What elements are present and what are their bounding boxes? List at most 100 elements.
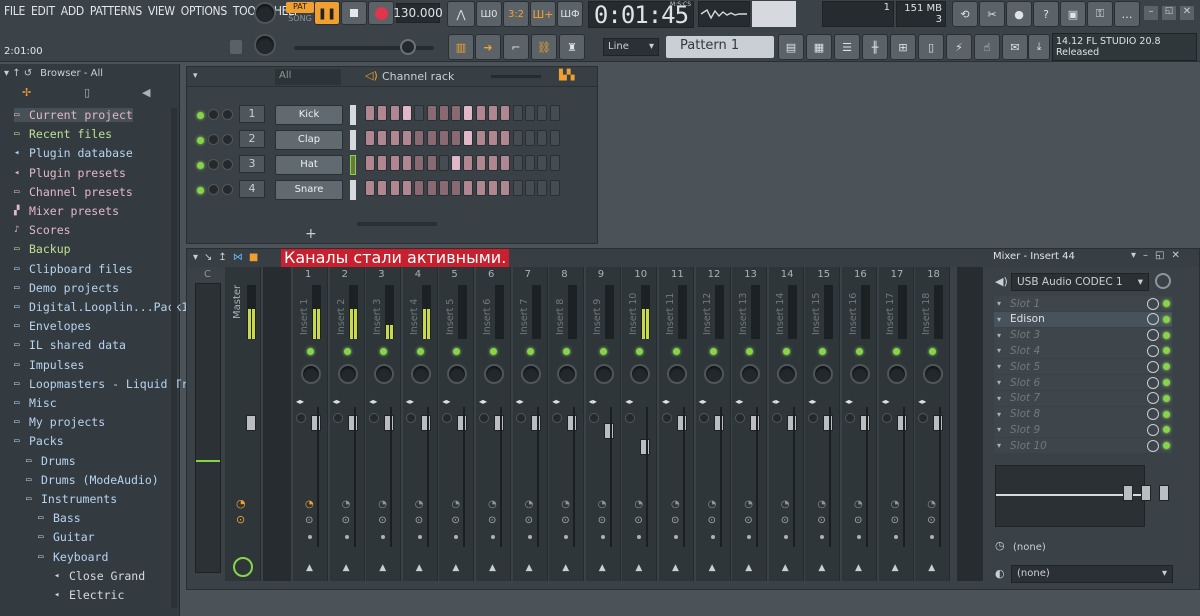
- insert-phase-icon[interactable]: ⊙: [378, 515, 386, 526]
- browser-item[interactable]: ▞ Mixer presets: [14, 204, 119, 218]
- step-button[interactable]: [414, 155, 425, 171]
- insert-stereo-knob[interactable]: [369, 413, 380, 423]
- link-button[interactable]: ⛓: [531, 34, 557, 60]
- browser-button[interactable]: ⊞: [890, 34, 916, 60]
- insert-record-icon[interactable]: ◔: [781, 499, 790, 510]
- record-button[interactable]: [368, 1, 394, 25]
- stereo-separation-icon[interactable]: ◂▸: [662, 397, 670, 406]
- step-button[interactable]: [414, 180, 425, 196]
- step-button[interactable]: [512, 105, 523, 121]
- insert-send-arrow-icon[interactable]: ▲: [709, 563, 716, 573]
- channel-select-indicator[interactable]: [350, 105, 356, 125]
- step-button[interactable]: [463, 130, 474, 146]
- step-button[interactable]: [512, 130, 523, 146]
- insert-volume-fader[interactable]: [713, 415, 724, 431]
- menu-view[interactable]: VIEW: [148, 4, 175, 18]
- insert-active-led[interactable]: [343, 348, 351, 355]
- insert-record-icon[interactable]: ◔: [415, 499, 424, 510]
- step-button[interactable]: [401, 130, 412, 146]
- master-fader[interactable]: [246, 415, 256, 431]
- slot-menu-icon[interactable]: ▾: [994, 331, 1006, 340]
- insert-send-arrow-icon[interactable]: ▲: [452, 563, 459, 573]
- channel-name-button[interactable]: Snare: [275, 180, 343, 200]
- input-settings-icon[interactable]: [1155, 273, 1171, 289]
- stereo-separation-icon[interactable]: ◂▸: [625, 397, 633, 406]
- channel-name-button[interactable]: Hat: [275, 155, 343, 175]
- insert-active-led[interactable]: [709, 348, 717, 355]
- browser-arrows-icon[interactable]: ▾ ↑ ↺: [4, 68, 32, 79]
- insert-strip[interactable]: Insert 5 ◂▸ ◔ ⊙ ▲: [439, 267, 475, 581]
- eq-fader-low[interactable]: [1123, 485, 1133, 501]
- channel-name-button[interactable]: Clap: [275, 130, 343, 150]
- channel-select-indicator[interactable]: [350, 130, 356, 150]
- menu-file[interactable]: FILE: [4, 4, 25, 18]
- typing-keyboard-button[interactable]: ⌐: [503, 34, 529, 60]
- step-button[interactable]: [500, 130, 511, 146]
- record-audio-button[interactable]: ●: [1006, 1, 1032, 27]
- insert-record-icon[interactable]: ◔: [451, 499, 460, 510]
- channel-mixer-track[interactable]: 2: [239, 130, 265, 148]
- insert-phase-icon[interactable]: ⊙: [598, 515, 606, 526]
- slot-enable-led[interactable]: [1163, 394, 1170, 402]
- channel-mute-led[interactable]: [197, 137, 204, 144]
- slot-mix-knob[interactable]: [1147, 329, 1159, 342]
- insert-stereo-knob[interactable]: [918, 413, 929, 423]
- insert-strip[interactable]: Insert 12 ◂▸ ◔ ⊙ ▲: [695, 267, 731, 581]
- insert-phase-icon[interactable]: ⊙: [488, 515, 496, 526]
- insert-phase-icon[interactable]: ⊙: [671, 515, 679, 526]
- mixer-button[interactable]: ╫: [862, 34, 888, 60]
- insert-send-arrow-icon[interactable]: ▲: [306, 563, 313, 573]
- insert-volume-fader[interactable]: [530, 415, 541, 431]
- channel-select-indicator[interactable]: [350, 155, 356, 175]
- add-channel-button[interactable]: +: [305, 226, 317, 242]
- channel-rack-button[interactable]: ☰: [834, 34, 860, 60]
- wait-input-button[interactable]: Ш0: [476, 1, 502, 27]
- insert-record-icon[interactable]: ◔: [342, 499, 351, 510]
- menu-options[interactable]: OPTIONS: [181, 4, 227, 18]
- help-button[interactable]: ?: [1033, 1, 1059, 27]
- browser-snap-icon[interactable]: ✢: [22, 86, 31, 99]
- step-button[interactable]: [377, 130, 388, 146]
- mixer-wide-icon[interactable]: ⋈: [233, 252, 243, 263]
- main-volume-handle[interactable]: [400, 39, 416, 55]
- slot-menu-icon[interactable]: ▾: [994, 346, 1006, 355]
- insert-active-led[interactable]: [380, 348, 388, 355]
- browser-item[interactable]: ▭ Keyboard: [38, 550, 108, 564]
- channel-pan-knob[interactable]: [208, 134, 219, 145]
- insert-phase-icon[interactable]: ⊙: [927, 515, 935, 526]
- mixer-toolbar-icons[interactable]: ▾ ↘ ↥ ⋈ ■: [193, 252, 258, 263]
- news-panel[interactable]: 14.12 FL STUDIO 20.8 Released: [1052, 33, 1197, 61]
- browser-item[interactable]: ▭ My projects: [14, 415, 105, 429]
- step-button[interactable]: [426, 105, 437, 121]
- insert-phase-icon[interactable]: ⊙: [451, 515, 459, 526]
- insert-volume-fader[interactable]: [640, 439, 651, 455]
- effect-slot[interactable]: ▾ Slot 4: [994, 343, 1172, 359]
- arrow-tool-button[interactable]: ➜: [475, 34, 501, 60]
- channel-volume-knob[interactable]: [222, 184, 233, 195]
- insert-active-led[interactable]: [746, 348, 754, 355]
- master-pitch-knob[interactable]: [254, 34, 276, 56]
- insert-active-led[interactable]: [307, 348, 314, 355]
- insert-stereo-knob[interactable]: [625, 413, 636, 423]
- insert-pan-knob[interactable]: [740, 364, 761, 384]
- eq-fader-mid[interactable]: [1141, 485, 1151, 501]
- browser-item[interactable]: ▭ Recent files: [14, 127, 112, 141]
- insert-volume-fader[interactable]: [494, 415, 504, 431]
- slot-mix-knob[interactable]: [1147, 360, 1159, 373]
- step-button[interactable]: [451, 130, 462, 146]
- swing-slider[interactable]: [491, 75, 541, 78]
- insert-strip[interactable]: Insert 16 ◂▸ ◔ ⊙ ▲: [842, 267, 877, 581]
- output-bottom-select[interactable]: (none) ▾: [1011, 565, 1173, 583]
- minimize-button[interactable]: –: [1144, 6, 1158, 20]
- insert-stereo-knob[interactable]: [296, 413, 306, 423]
- stereo-separation-icon[interactable]: ◂▸: [772, 397, 780, 406]
- insert-send-arrow-icon[interactable]: ▲: [892, 563, 899, 573]
- step-button[interactable]: [377, 155, 388, 171]
- plugin-picker-button[interactable]: ⚿: [1087, 1, 1113, 27]
- browser-item[interactable]: ▭ Misc: [14, 396, 57, 410]
- tempo-display[interactable]: 130.000: [393, 3, 443, 23]
- slot-enable-led[interactable]: [1163, 300, 1170, 307]
- stereo-separation-icon[interactable]: ◂▸: [735, 397, 743, 406]
- insert-phase-icon[interactable]: ⊙: [708, 515, 716, 526]
- step-button[interactable]: [488, 155, 498, 171]
